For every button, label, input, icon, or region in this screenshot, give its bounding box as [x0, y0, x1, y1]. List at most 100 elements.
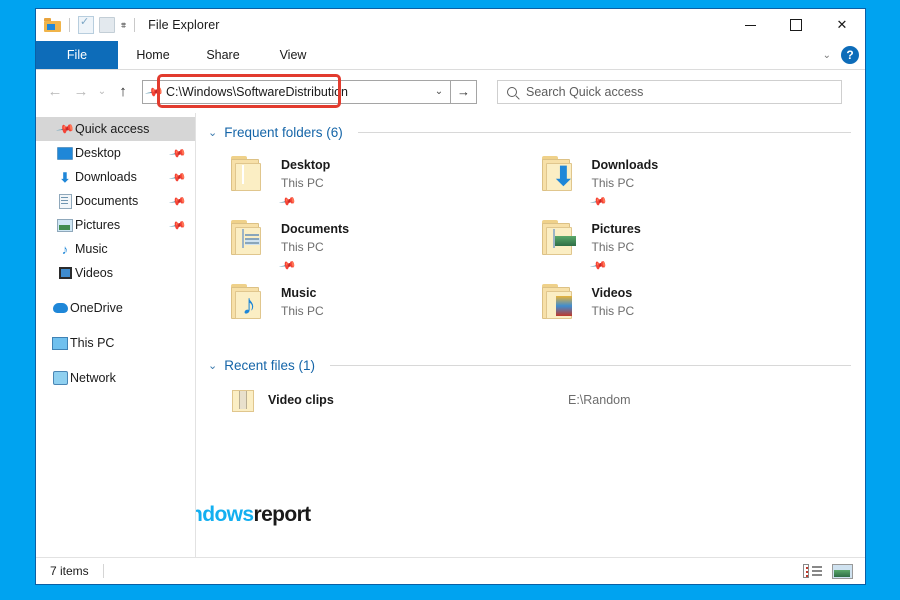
folder-location: This PC	[281, 240, 324, 254]
folder-item-videos[interactable]: Videos This PC	[541, 282, 852, 336]
tab-file[interactable]: File	[36, 41, 118, 69]
folder-name: Videos	[592, 286, 633, 300]
status-bar: 7 items	[36, 557, 865, 584]
pin-icon: 📌	[589, 256, 608, 274]
sidebar-gap-3	[36, 355, 195, 366]
recent-file-name: Video clips	[268, 393, 568, 407]
customize-chevron-icon[interactable]: ⩨	[121, 21, 126, 30]
section-divider	[330, 365, 851, 366]
address-toolbar: ← → ⌄ ↑ 📌 C:\Windows\SoftwareDistributio…	[36, 70, 865, 113]
folder-item-music[interactable]: ♪ Music This PC	[230, 282, 541, 336]
large-icons-view-icon[interactable]	[832, 564, 853, 579]
tab-home[interactable]: Home	[118, 41, 188, 69]
window-controls: ✕	[727, 9, 865, 41]
tab-share[interactable]: Share	[188, 41, 258, 69]
folder-location: This PC	[592, 240, 635, 254]
sidebar-gap-2	[36, 320, 195, 331]
section-title: Frequent folders (6)	[224, 125, 343, 140]
film-icon	[55, 267, 75, 279]
title-bar: ⩨ File Explorer ✕	[36, 9, 865, 41]
sidebar-item-downloads[interactable]: ⬇ Downloads 📌	[36, 165, 195, 189]
sidebar-item-documents[interactable]: Documents 📌	[36, 189, 195, 213]
search-placeholder: Search Quick access	[526, 85, 643, 99]
pin-icon: 📌	[279, 192, 298, 210]
watermark-part-a: ndows	[196, 503, 254, 526]
go-button[interactable]: →	[451, 80, 477, 104]
search-box[interactable]: Search Quick access	[497, 80, 842, 104]
chevron-down-icon[interactable]: ⌄	[208, 359, 217, 372]
folder-location: This PC	[592, 304, 635, 318]
properties-icon[interactable]	[78, 16, 94, 34]
sidebar-item-label: Desktop	[75, 146, 121, 160]
pin-icon: 📌	[169, 168, 188, 186]
sidebar-item-label: This PC	[70, 336, 114, 350]
ribbon-right-controls: ⌄ ?	[823, 41, 859, 69]
recent-locations-button[interactable]: ⌄	[94, 79, 110, 105]
toolbar-divider-2	[134, 18, 135, 32]
section-title: Recent files (1)	[224, 358, 315, 373]
folder-name: Music	[281, 286, 316, 300]
folder-name: Desktop	[281, 158, 330, 172]
address-path-text: C:\Windows\SoftwareDistribution	[165, 85, 428, 99]
up-button[interactable]: ↑	[110, 79, 136, 105]
folder-item-downloads[interactable]: ⬇ Downloads This PC 📌	[541, 154, 852, 208]
sidebar-item-label: Videos	[75, 266, 113, 280]
sidebar-item-quick-access[interactable]: 📌 Quick access	[36, 117, 195, 141]
folder-item-desktop[interactable]: Desktop This PC 📌	[230, 154, 541, 208]
sidebar-item-label: Downloads	[75, 170, 137, 184]
folder-location: This PC	[592, 176, 635, 190]
folder-downloads-icon: ⬇	[541, 154, 583, 192]
folder-item-documents[interactable]: Documents This PC 📌	[230, 218, 541, 272]
pin-icon: 📌	[279, 256, 298, 274]
close-button[interactable]: ✕	[819, 9, 865, 41]
folder-name: Pictures	[592, 222, 641, 236]
sidebar-item-onedrive[interactable]: OneDrive	[36, 296, 195, 320]
section-divider	[358, 132, 851, 133]
sidebar-item-label: Music	[75, 242, 108, 256]
address-bar[interactable]: 📌 C:\Windows\SoftwareDistribution ⌄	[142, 80, 451, 104]
sidebar-item-music[interactable]: ♪ Music	[36, 237, 195, 261]
back-button[interactable]: ←	[42, 79, 68, 105]
frequent-folders-grid: Desktop This PC 📌 ⬇ Downloads This PC 📌	[208, 144, 851, 336]
network-icon	[50, 371, 70, 385]
tab-view[interactable]: View	[258, 41, 328, 69]
recent-file-path: E:\Random	[568, 393, 631, 407]
forward-button[interactable]: →	[68, 79, 94, 105]
sidebar-item-desktop[interactable]: Desktop 📌	[36, 141, 195, 165]
sidebar-item-videos[interactable]: Videos	[36, 261, 195, 285]
folder-item-pictures[interactable]: Pictures This PC 📌	[541, 218, 852, 272]
pin-icon: 📌	[169, 192, 188, 210]
folder-icon[interactable]	[44, 18, 61, 32]
sidebar-item-network[interactable]: Network	[36, 366, 195, 390]
sidebar-item-label: Network	[70, 371, 116, 385]
folder-desktop-icon	[230, 154, 272, 192]
folder-pictures-icon	[541, 218, 583, 256]
item-count-label: 7 items	[50, 564, 89, 578]
pin-icon: 📌	[169, 216, 188, 234]
sidebar-item-this-pc[interactable]: This PC	[36, 331, 195, 355]
navigation-pane: 📌 Quick access Desktop 📌 ⬇ Downloads 📌 D…	[36, 113, 196, 557]
watermark-part-b: report	[254, 503, 311, 526]
window-title: File Explorer	[148, 18, 219, 32]
minimize-button[interactable]	[727, 9, 773, 41]
recent-file-row[interactable]: Video clips E:\Random	[208, 377, 851, 415]
computer-icon	[50, 337, 70, 350]
cloud-icon	[50, 303, 70, 313]
sidebar-item-pictures[interactable]: Pictures 📌	[36, 213, 195, 237]
new-folder-icon[interactable]	[99, 17, 115, 33]
address-dropdown-icon[interactable]: ⌄	[428, 86, 450, 97]
view-buttons	[803, 564, 853, 579]
frequent-folders-header[interactable]: ⌄ Frequent folders (6)	[208, 125, 851, 140]
details-view-icon[interactable]	[803, 564, 822, 578]
maximize-button[interactable]	[773, 9, 819, 41]
help-button[interactable]: ?	[841, 46, 859, 64]
recent-files-header[interactable]: ⌄ Recent files (1)	[208, 358, 851, 373]
chevron-down-icon[interactable]: ⌄	[208, 126, 217, 139]
monitor-icon	[55, 147, 75, 160]
search-icon	[498, 87, 526, 97]
folder-location: This PC	[281, 176, 324, 190]
sidebar-item-label: Quick access	[75, 122, 149, 136]
pin-icon: 📌	[169, 144, 188, 162]
picture-icon	[55, 219, 75, 232]
chevron-down-icon[interactable]: ⌄	[823, 50, 831, 61]
